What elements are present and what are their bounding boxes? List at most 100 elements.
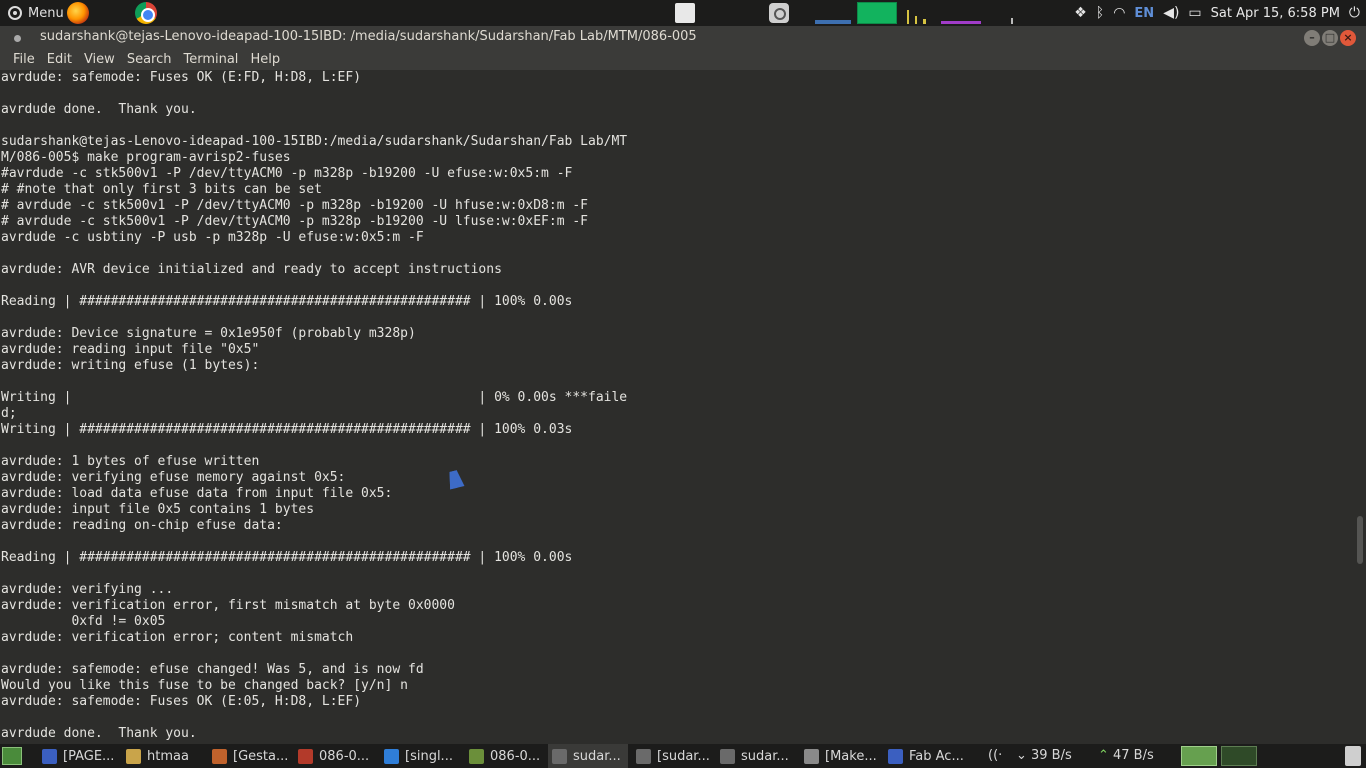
system-monitor-graph[interactable] xyxy=(815,1,1065,25)
taskbar-item[interactable]: [Gesta... xyxy=(208,744,290,768)
terminal-line: avrdude: 1 bytes of efuse written xyxy=(1,454,260,469)
doc-icon xyxy=(469,748,484,764)
main-menu-button[interactable]: Menu xyxy=(4,0,68,26)
show-desktop-button[interactable] xyxy=(2,747,22,765)
net-graph-spike xyxy=(915,16,917,24)
cpu-graph xyxy=(815,20,851,24)
menu-terminal[interactable]: Terminal xyxy=(177,50,244,70)
taskbar-item[interactable]: sudar... xyxy=(716,744,796,768)
terminal-output: avrdude: safemode: Fuses OK (E:FD, H:D8,… xyxy=(1,70,1354,742)
menu-edit[interactable]: Edit xyxy=(41,50,78,70)
folder-icon xyxy=(126,748,141,764)
taskbar-item[interactable]: [PAGE... xyxy=(38,744,118,768)
trash-icon[interactable] xyxy=(1345,746,1361,766)
taskbar-item[interactable]: [Make... xyxy=(800,744,880,768)
minimize-button[interactable]: – xyxy=(1304,30,1320,46)
keyboard-layout-indicator[interactable]: EN xyxy=(1134,6,1154,21)
terminal-line: avrdude: verifying efuse memory against … xyxy=(1,470,346,485)
taskbar-item-label: [Make... xyxy=(825,748,877,764)
battery-icon[interactable]: ▭ xyxy=(1188,0,1201,26)
menu-view[interactable]: View xyxy=(78,50,121,70)
maximize-button[interactable]: □ xyxy=(1322,30,1338,46)
terminal-line: # avrdude -c stk500v1 -P /dev/ttyACM0 -p… xyxy=(1,214,588,229)
terminal-line: avrdude: reading on-chip efuse data: xyxy=(1,518,283,533)
chrome-icon xyxy=(42,748,57,764)
memory-graph xyxy=(857,2,897,24)
close-button[interactable]: × xyxy=(1340,30,1356,46)
workspace-2[interactable] xyxy=(1221,746,1257,766)
taskbar-item[interactable]: 086-0... xyxy=(294,744,376,768)
terminal-line: Writing | | 0% 0.00s ***faile xyxy=(1,390,628,405)
terminal-line: avrdude: verifying ... xyxy=(1,582,174,597)
taskbar-item[interactable]: [sudar... xyxy=(632,744,712,768)
menu-file[interactable]: File xyxy=(7,50,41,70)
bluetooth-icon[interactable]: ᛒ xyxy=(1096,0,1104,26)
terminal-line: # avrdude -c stk500v1 -P /dev/ttyACM0 -p… xyxy=(1,198,588,213)
firefox-icon[interactable] xyxy=(67,2,89,24)
menu-icon xyxy=(8,6,22,20)
terminal-line: Reading | ##############################… xyxy=(1,294,573,309)
workspace-1[interactable] xyxy=(1181,746,1217,766)
vscode-icon xyxy=(384,748,399,764)
net-graph-spike xyxy=(907,10,909,24)
dropbox-icon[interactable]: ❖ xyxy=(1074,0,1087,26)
terminal-line: avrdude: load data efuse data from input… xyxy=(1,486,393,501)
applet-icon[interactable] xyxy=(675,3,695,23)
terminal-line: sudarshank@tejas-Lenovo-ideapad-100-15IB… xyxy=(1,134,628,149)
network-applet-icon[interactable]: ((· xyxy=(988,744,1002,768)
taskbar-item[interactable]: [singl... xyxy=(380,744,462,768)
load-graph xyxy=(941,21,981,24)
terminal-view[interactable]: avrdude: safemode: Fuses OK (E:FD, H:D8,… xyxy=(0,70,1354,744)
terminal-line: avrdude: AVR device initialized and read… xyxy=(1,262,502,277)
terminal-line: avrdude: writing efuse (1 bytes): xyxy=(1,358,260,373)
taskbar-item[interactable]: Fab Ac... xyxy=(884,744,978,768)
terminal-line: avrdude -c usbtiny -P usb -p m328p -U ef… xyxy=(1,230,424,245)
upload-arrow-icon: ⌃ xyxy=(1098,748,1109,763)
taskbar-item[interactable]: sudar... xyxy=(548,744,628,768)
scrollbar-thumb[interactable] xyxy=(1357,516,1363,564)
chrome-icon xyxy=(888,748,903,764)
terminal-line: avrdude done. Thank you. xyxy=(1,726,197,741)
volume-icon[interactable]: ◀) xyxy=(1163,0,1179,26)
download-arrow-icon: ⌄ xyxy=(1016,748,1027,763)
doc-icon xyxy=(298,748,313,764)
taskbar-item-label: [Gesta... xyxy=(233,748,289,764)
taskbar-item-label: htmaa xyxy=(147,748,189,764)
terminal-scrollbar[interactable] xyxy=(1354,70,1366,744)
taskbar-item-label: 086-0... xyxy=(490,748,541,764)
taskbar-item-label: sudar... xyxy=(573,748,621,764)
taskbar-item-label: sudar... xyxy=(741,748,789,764)
taskbar-item[interactable]: htmaa xyxy=(122,744,204,768)
menu-search[interactable]: Search xyxy=(121,50,178,70)
screenshot-icon[interactable] xyxy=(769,3,789,23)
system-tray: ❖ ᛒ ◠ EN ◀) ▭ Sat Apr 15, 6:58 PM ⏻ xyxy=(1074,0,1366,26)
terminal-line: d; xyxy=(1,406,17,421)
taskbar-item[interactable]: 086-0... xyxy=(465,744,545,768)
taskbar-item-label: [singl... xyxy=(405,748,453,764)
menu-help[interactable]: Help xyxy=(244,50,286,70)
terminal-icon xyxy=(636,748,651,764)
clock[interactable]: Sat Apr 15, 6:58 PM xyxy=(1211,6,1340,21)
taskbar-item-label: 086-0... xyxy=(319,748,370,764)
menu-bar: File Edit View Search Terminal Help xyxy=(0,50,1366,70)
wifi-icon[interactable]: ◠ xyxy=(1113,0,1125,26)
terminal-line: avrdude: reading input file "0x5" xyxy=(1,342,260,357)
terminal-line: avrdude: safemode: efuse changed! Was 5,… xyxy=(1,662,424,677)
chrome-icon[interactable] xyxy=(135,2,157,24)
terminal-line: avrdude: safemode: Fuses OK (E:05, H:D8,… xyxy=(1,694,362,709)
power-icon[interactable]: ⏻ xyxy=(1349,0,1360,26)
terminal-line: M/086-005$ make program-avrisp2-fuses xyxy=(1,150,291,165)
window-menu-icon[interactable] xyxy=(14,35,21,42)
mouse-pointer-icon xyxy=(449,468,465,490)
network-up-speed: 47 B/s xyxy=(1113,748,1154,763)
editor-icon xyxy=(804,748,819,764)
taskbar-item-label: [PAGE... xyxy=(63,748,115,764)
network-down-speed: 39 B/s xyxy=(1031,748,1072,763)
window-titlebar[interactable]: sudarshank@tejas-Lenovo-ideapad-100-15IB… xyxy=(0,26,1366,50)
